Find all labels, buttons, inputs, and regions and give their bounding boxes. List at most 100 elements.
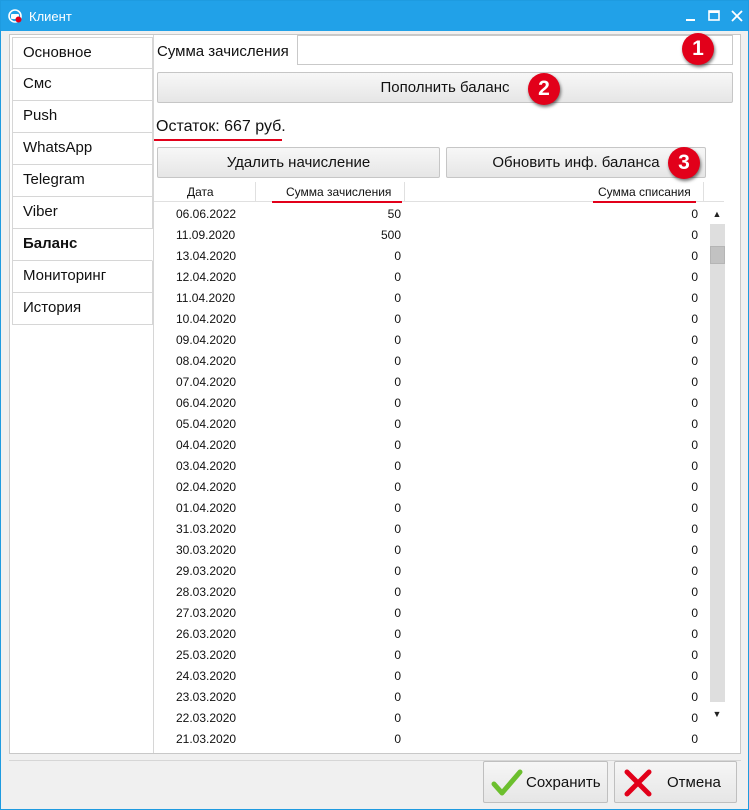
table-row[interactable]: 27.03.2020 0 0 bbox=[154, 602, 714, 623]
column-header-date[interactable]: Дата bbox=[187, 185, 214, 199]
sidebar-item-sms[interactable]: Смс bbox=[12, 69, 153, 101]
scroll-down-icon[interactable]: ▼ bbox=[711, 708, 723, 720]
cell-credit: 0 bbox=[394, 711, 401, 725]
close-window-button[interactable] bbox=[727, 6, 747, 26]
cell-debit: 0 bbox=[691, 207, 698, 221]
cell-debit: 0 bbox=[691, 732, 698, 746]
sidebar-item-push[interactable]: Push bbox=[12, 101, 153, 133]
table-row[interactable]: 23.03.2020 0 0 bbox=[154, 686, 714, 707]
scroll-thumb[interactable] bbox=[710, 246, 725, 264]
cell-date: 06.04.2020 bbox=[176, 396, 237, 410]
table-row[interactable]: 28.03.2020 0 0 bbox=[154, 581, 714, 602]
cell-credit: 0 bbox=[394, 312, 401, 326]
table-row[interactable]: 04.04.2020 0 0 bbox=[154, 434, 714, 455]
table-row[interactable]: 11.09.2020 500 0 bbox=[154, 224, 714, 245]
cell-debit: 0 bbox=[691, 270, 698, 284]
table-row[interactable]: 26.03.2020 0 0 bbox=[154, 623, 714, 644]
table-row[interactable]: 03.04.2020 0 0 bbox=[154, 455, 714, 476]
cell-credit: 0 bbox=[394, 333, 401, 347]
table-row[interactable]: 22.03.2020 0 0 bbox=[154, 707, 714, 728]
table-row[interactable]: 24.03.2020 0 0 bbox=[154, 665, 714, 686]
table-row[interactable]: 11.04.2020 0 0 bbox=[154, 287, 714, 308]
cell-date: 07.04.2020 bbox=[176, 375, 237, 389]
cell-debit: 0 bbox=[691, 228, 698, 242]
cell-debit: 0 bbox=[691, 606, 698, 620]
column-separator[interactable] bbox=[404, 182, 405, 202]
cell-debit: 0 bbox=[691, 291, 698, 305]
marker-3: 3 bbox=[668, 147, 700, 179]
column-separator[interactable] bbox=[255, 182, 256, 202]
cell-debit: 0 bbox=[691, 480, 698, 494]
sidebar-item-monitoring[interactable]: Мониторинг bbox=[12, 261, 153, 293]
table-row[interactable]: 30.03.2020 0 0 bbox=[154, 539, 714, 560]
table-row[interactable]: 02.04.2020 0 0 bbox=[154, 476, 714, 497]
balance-panel: Сумма зачисления 1 Пополнить баланс 2 Ос… bbox=[153, 33, 740, 753]
column-header-debit[interactable]: Сумма списания bbox=[598, 185, 691, 199]
cell-debit: 0 bbox=[691, 312, 698, 326]
sidebar-item-label: Telegram bbox=[23, 171, 85, 188]
cell-credit: 0 bbox=[394, 522, 401, 536]
balance-text: Остаток: 667 руб. bbox=[156, 118, 286, 135]
cell-credit: 0 bbox=[394, 249, 401, 263]
cell-date: 08.04.2020 bbox=[176, 354, 237, 368]
column-separator[interactable] bbox=[703, 182, 704, 202]
cell-credit: 0 bbox=[394, 480, 401, 494]
topup-button[interactable]: Пополнить баланс bbox=[157, 72, 733, 103]
table-body: 06.06.2022 50 0 11.09.2020 500 0 13.04.2020 0 0 1… bbox=[154, 203, 714, 751]
cell-credit: 0 bbox=[394, 564, 401, 578]
refresh-balance-button[interactable]: Обновить инф. баланса bbox=[446, 147, 706, 178]
maximize-icon bbox=[708, 10, 720, 21]
cell-credit: 0 bbox=[394, 459, 401, 473]
cell-debit: 0 bbox=[691, 522, 698, 536]
cell-date: 26.03.2020 bbox=[176, 627, 237, 641]
table-row[interactable]: 07.04.2020 0 0 bbox=[154, 371, 714, 392]
cell-debit: 0 bbox=[691, 375, 698, 389]
cell-debit: 0 bbox=[691, 543, 698, 557]
cell-date: 11.04.2020 bbox=[176, 291, 236, 305]
sum-input[interactable] bbox=[297, 35, 733, 65]
sidebar-item-whatsapp[interactable]: WhatsApp bbox=[12, 133, 153, 165]
minimize-button[interactable] bbox=[681, 6, 701, 26]
cell-date: 10.04.2020 bbox=[176, 312, 237, 326]
sidebar-item-history[interactable]: История bbox=[12, 293, 153, 325]
table-row[interactable]: 10.04.2020 0 0 bbox=[154, 308, 714, 329]
table-header: Дата Сумма зачисления Сумма списания bbox=[154, 182, 724, 202]
cell-date: 12.04.2020 bbox=[176, 270, 237, 284]
table-row[interactable]: 31.03.2020 0 0 bbox=[154, 518, 714, 539]
vertical-scrollbar[interactable]: ▲ ▼ bbox=[707, 208, 727, 724]
cell-debit: 0 bbox=[691, 648, 698, 662]
marker-2: 2 bbox=[528, 73, 560, 105]
table-row[interactable]: 06.04.2020 0 0 bbox=[154, 392, 714, 413]
delete-charge-button[interactable]: Удалить начисление bbox=[157, 147, 440, 178]
cell-date: 21.03.2020 bbox=[176, 732, 237, 746]
sidebar-item-balance[interactable]: Баланс bbox=[12, 229, 153, 261]
table-row[interactable]: 08.04.2020 0 0 bbox=[154, 350, 714, 371]
cell-credit: 500 bbox=[380, 228, 401, 242]
cell-credit: 0 bbox=[394, 417, 401, 431]
table-row[interactable]: 13.04.2020 0 0 bbox=[154, 245, 714, 266]
maximize-button[interactable] bbox=[704, 6, 724, 26]
cell-date: 04.04.2020 bbox=[176, 438, 237, 452]
table-row[interactable]: 05.04.2020 0 0 bbox=[154, 413, 714, 434]
table-row[interactable]: 21.03.2020 0 0 bbox=[154, 728, 714, 749]
cancel-button[interactable]: Отмена bbox=[614, 761, 737, 803]
table-row[interactable]: 01.04.2020 0 0 bbox=[154, 497, 714, 518]
cell-date: 23.03.2020 bbox=[176, 690, 237, 704]
sidebar-item-viber[interactable]: Viber bbox=[12, 197, 153, 229]
save-button-label: Сохранить bbox=[526, 774, 601, 791]
column-header-credit[interactable]: Сумма зачисления bbox=[286, 185, 391, 199]
save-button[interactable]: Сохранить bbox=[483, 761, 608, 803]
scroll-track[interactable] bbox=[710, 224, 725, 702]
sidebar-item-main[interactable]: Основное bbox=[12, 37, 153, 69]
cell-credit: 0 bbox=[394, 648, 401, 662]
cell-debit: 0 bbox=[691, 459, 698, 473]
table-row[interactable]: 12.04.2020 0 0 bbox=[154, 266, 714, 287]
cell-debit: 0 bbox=[691, 333, 698, 347]
table-row[interactable]: 06.06.2022 50 0 bbox=[154, 203, 714, 224]
table-row[interactable]: 09.04.2020 0 0 bbox=[154, 329, 714, 350]
sidebar-item-telegram[interactable]: Telegram bbox=[12, 165, 153, 197]
table-row[interactable]: 25.03.2020 0 0 bbox=[154, 644, 714, 665]
table-row[interactable]: 29.03.2020 0 0 bbox=[154, 560, 714, 581]
cell-credit: 0 bbox=[394, 606, 401, 620]
scroll-up-icon[interactable]: ▲ bbox=[711, 208, 723, 220]
